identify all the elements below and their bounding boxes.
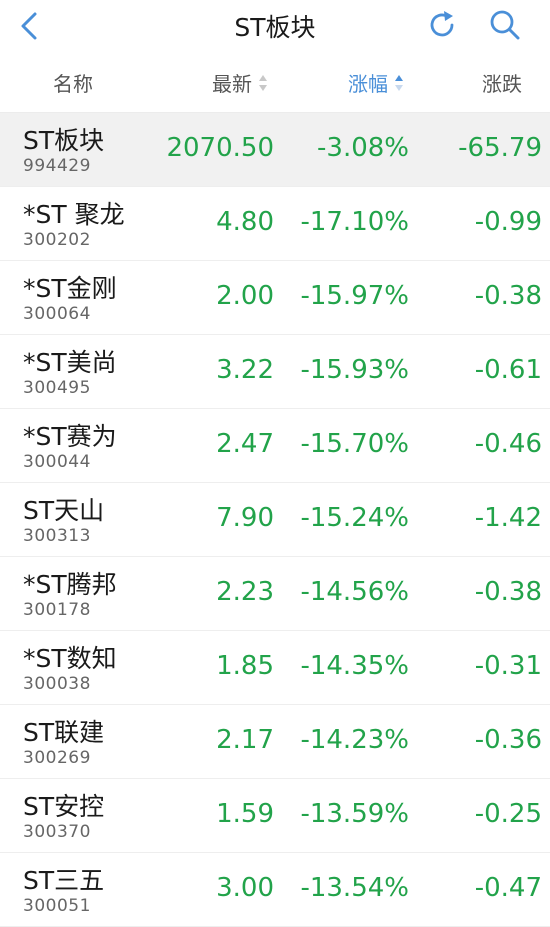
column-name-label: 名称 <box>53 72 93 96</box>
change-value: -0.38 <box>474 281 542 311</box>
latest-price: 2.23 <box>216 577 274 607</box>
change-value: -0.61 <box>474 355 542 385</box>
latest-price: 1.59 <box>216 799 274 829</box>
change-percent: -14.35% <box>300 651 409 681</box>
latest-price: 7.90 <box>216 503 274 533</box>
change-percent: -13.54% <box>300 873 409 903</box>
table-row[interactable]: *ST 聚龙 300202 4.80 -17.10% -0.99 <box>0 187 550 261</box>
column-header: 名称 最新 涨幅 涨跌 <box>0 52 550 113</box>
page-title: ST板块 <box>234 13 316 42</box>
stock-name: ST联建 <box>23 718 105 747</box>
latest-price: 3.00 <box>216 873 274 903</box>
stock-code: 300370 <box>23 822 91 842</box>
stock-name: *ST腾邦 <box>23 570 117 599</box>
stock-code: 300064 <box>23 304 91 324</box>
column-change-pct-label: 涨幅 <box>348 72 388 96</box>
stock-name: ST板块 <box>23 126 105 155</box>
stock-code: 300202 <box>23 230 91 250</box>
change-percent: -15.24% <box>300 503 409 533</box>
stock-code: 300269 <box>23 748 91 768</box>
latest-price: 2.00 <box>216 281 274 311</box>
stock-name: ST天山 <box>23 496 105 525</box>
change-value: -65.79 <box>458 133 542 163</box>
latest-price: 2.17 <box>216 725 274 755</box>
column-change-label: 涨跌 <box>482 72 522 96</box>
change-value: -0.38 <box>474 577 542 607</box>
stock-name: *ST美尚 <box>23 348 117 377</box>
top-bar: ST板块 <box>0 0 550 52</box>
table-row[interactable]: ST三五 300051 3.00 -13.54% -0.47 <box>0 853 550 927</box>
table-row[interactable]: *ST美尚 300495 3.22 -15.93% -0.61 <box>0 335 550 409</box>
column-latest-label: 最新 <box>212 72 252 96</box>
change-percent: -15.70% <box>300 429 409 459</box>
stock-code: 300178 <box>23 600 91 620</box>
sort-icon <box>259 74 267 91</box>
change-percent: -13.59% <box>300 799 409 829</box>
change-value: -0.99 <box>474 207 542 237</box>
change-value: -0.36 <box>474 725 542 755</box>
stock-name: *ST金刚 <box>23 274 117 303</box>
column-change[interactable]: 涨跌 <box>482 68 522 97</box>
stock-list: ST板块 994429 2070.50 -3.08% -65.79 *ST 聚龙 30020… <box>0 113 550 927</box>
table-row[interactable]: ST联建 300269 2.17 -14.23% -0.36 <box>0 705 550 779</box>
table-row[interactable]: *ST数知 300038 1.85 -14.35% -0.31 <box>0 631 550 705</box>
change-value: -0.47 <box>474 873 542 903</box>
stock-code: 300038 <box>23 674 91 694</box>
stock-code: 300044 <box>23 452 91 472</box>
table-row[interactable]: *ST腾邦 300178 2.23 -14.56% -0.38 <box>0 557 550 631</box>
table-row[interactable]: ST板块 994429 2070.50 -3.08% -65.79 <box>0 113 550 187</box>
column-latest[interactable]: 最新 <box>212 68 268 97</box>
stock-name: ST三五 <box>23 866 105 895</box>
change-value: -1.42 <box>474 503 542 533</box>
change-percent: -3.08% <box>317 133 409 163</box>
change-percent: -14.56% <box>300 577 409 607</box>
change-value: -0.31 <box>474 651 542 681</box>
table-row[interactable]: *ST赛为 300044 2.47 -15.70% -0.46 <box>0 409 550 483</box>
stock-code: 300313 <box>23 526 91 546</box>
latest-price: 4.80 <box>216 207 274 237</box>
latest-price: 3.22 <box>216 355 274 385</box>
table-row[interactable]: ST安控 300370 1.59 -13.59% -0.25 <box>0 779 550 853</box>
stock-code: 994429 <box>23 156 91 176</box>
stock-code: 300051 <box>23 896 91 916</box>
stock-name: *ST 聚龙 <box>23 200 125 229</box>
change-percent: -17.10% <box>300 207 409 237</box>
column-change-pct[interactable]: 涨幅 <box>348 68 404 97</box>
change-percent: -15.93% <box>300 355 409 385</box>
stock-name: *ST数知 <box>23 644 117 673</box>
stock-name: *ST赛为 <box>23 422 117 451</box>
latest-price: 2.47 <box>216 429 274 459</box>
refresh-icon[interactable] <box>426 9 458 41</box>
stock-name: ST安控 <box>23 792 105 821</box>
stock-code: 300495 <box>23 378 91 398</box>
table-row[interactable]: *ST金刚 300064 2.00 -15.97% -0.38 <box>0 261 550 335</box>
sort-desc-icon <box>395 74 403 91</box>
change-value: -0.25 <box>474 799 542 829</box>
latest-price: 2070.50 <box>166 133 274 163</box>
search-icon[interactable] <box>488 8 522 42</box>
change-percent: -14.23% <box>300 725 409 755</box>
column-name[interactable]: 名称 <box>53 68 93 97</box>
change-value: -0.46 <box>474 429 542 459</box>
change-percent: -15.97% <box>300 281 409 311</box>
table-row[interactable]: ST天山 300313 7.90 -15.24% -1.42 <box>0 483 550 557</box>
latest-price: 1.85 <box>216 651 274 681</box>
